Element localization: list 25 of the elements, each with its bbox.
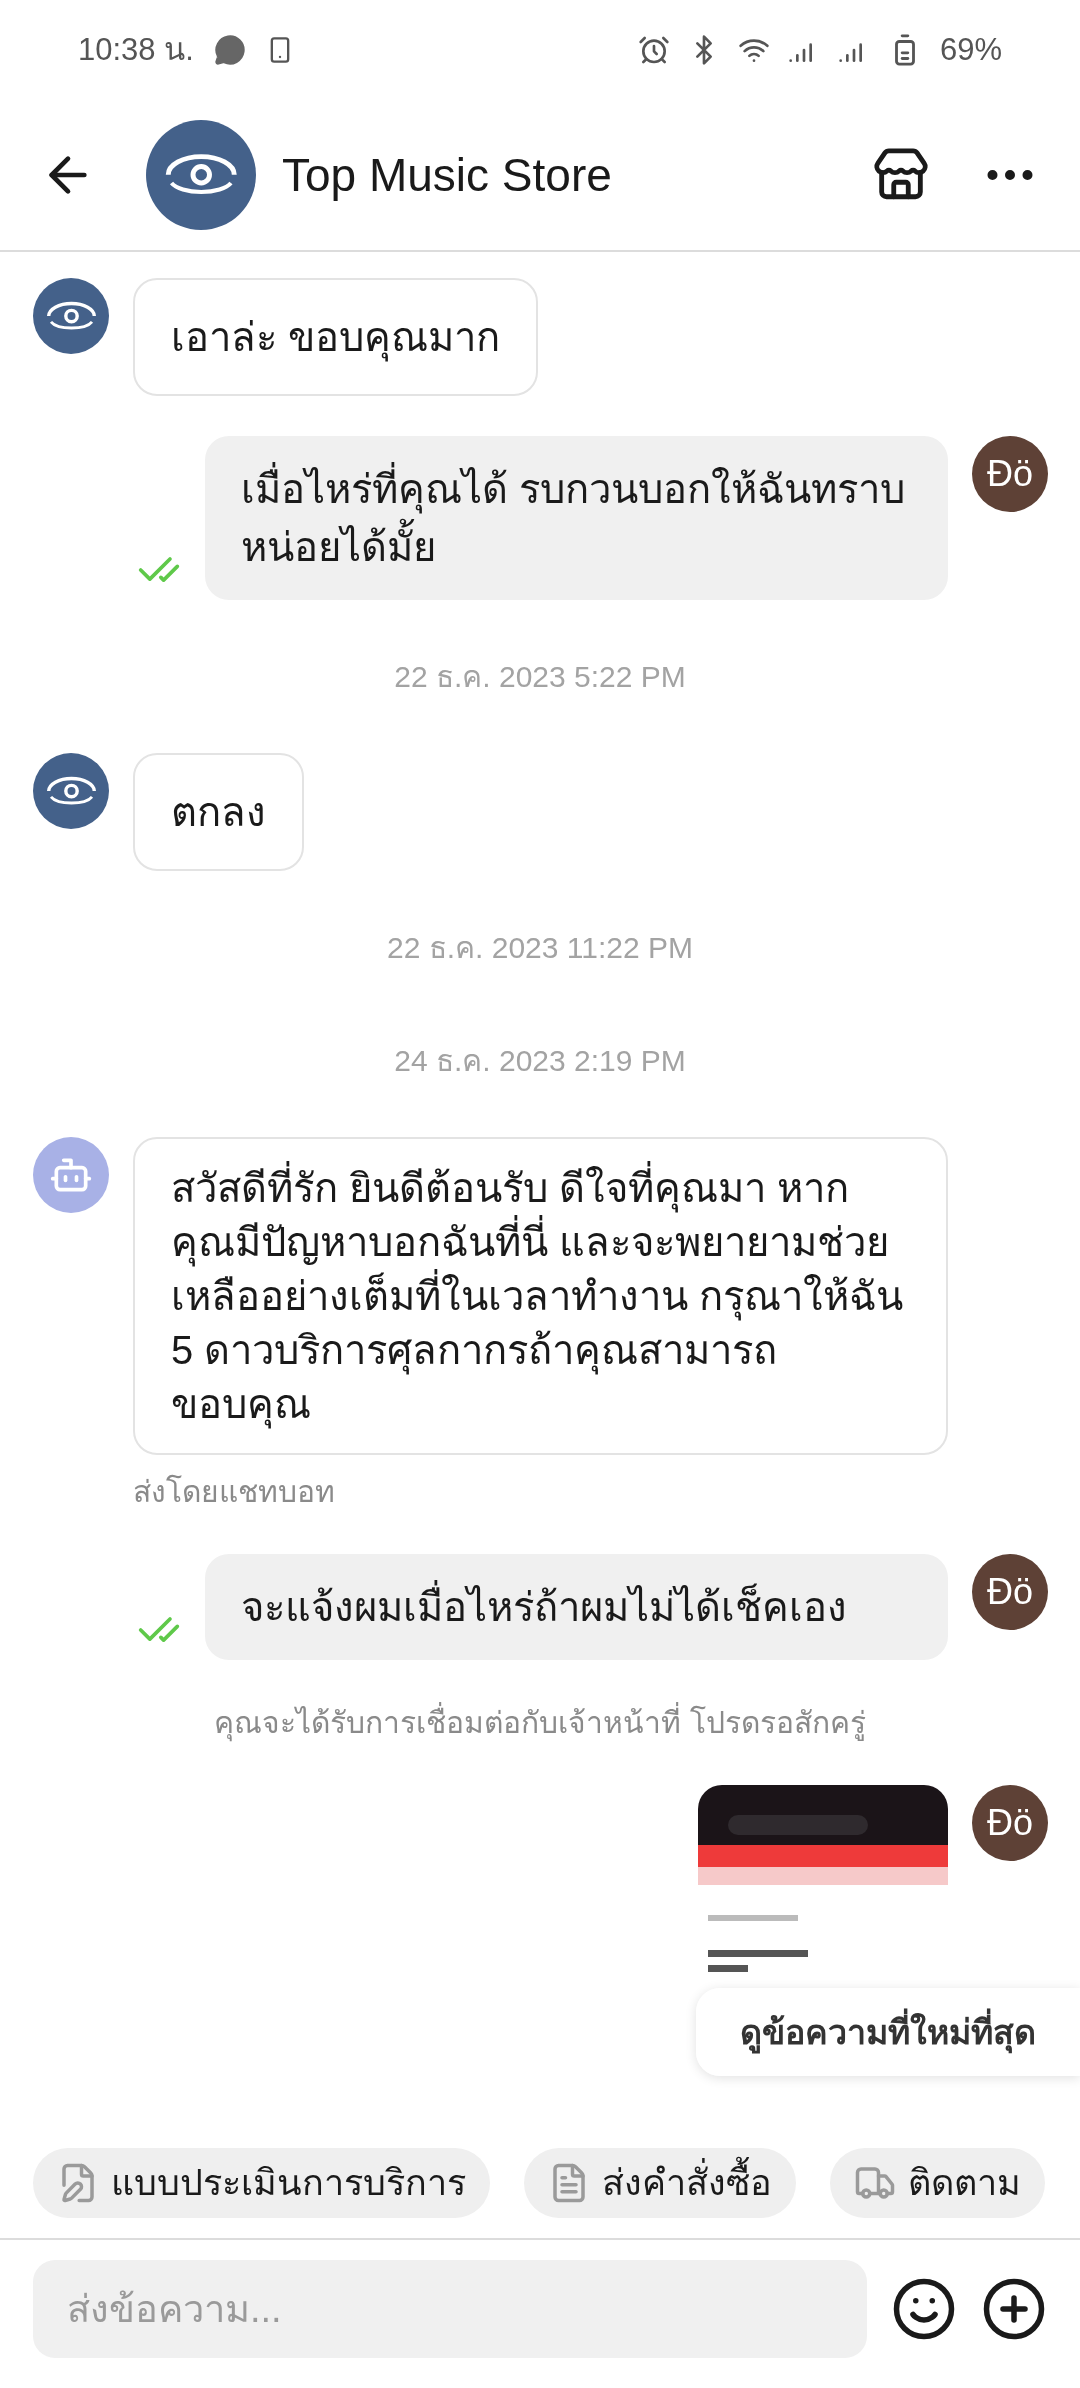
quick-reply-chip[interactable]: แบบประเมินการบริการ bbox=[33, 2148, 490, 2218]
timestamp: 22 ธ.ค. 2023 5:22 PM bbox=[394, 659, 686, 695]
user-avatar: Đö bbox=[972, 436, 1048, 512]
battery-level: 69% bbox=[939, 30, 1002, 69]
message-input[interactable]: ส่งข้อความ... bbox=[33, 2260, 867, 2358]
timestamp: 22 ธ.ค. 2023 11:22 PM bbox=[387, 930, 693, 966]
message-bubble: เมื่อไหร่ที่คุณได้ รบกวนบอกให้ฉันทราบหน่อยได้มั้ย bbox=[205, 436, 948, 600]
message-bubble: สวัสดีที่รัก ยินดีต้อนรับ ดีใจที่คุณมา หากคุณมีปัญหาบอกฉันที่นี่ และจะพยายามช่วยเหลืออย่างเต็มที่ในเวลาทำงาน กรุณาให้ฉัน 5 ดาวบริการศุลกากรถ้าคุณสามารถ ขอบคุณ bbox=[133, 1137, 948, 1455]
bot-caption: ส่งโดยแชทบอท bbox=[133, 1473, 336, 1510]
timestamp: 24 ธ.ค. 2023 2:19 PM bbox=[394, 1043, 686, 1079]
emoji-icon[interactable] bbox=[891, 2276, 957, 2342]
user-avatar: Đö bbox=[972, 1554, 1048, 1630]
jump-to-latest-button[interactable]: ดูข้อความที่ใหม่ที่สุด bbox=[696, 1988, 1080, 2076]
user-avatar: Đö bbox=[972, 1785, 1048, 1861]
system-notice: คุณจะได้รับการเชื่อมต่อกับเจ้าหน้าที่ โปรดรอสักครู่ bbox=[214, 1700, 866, 1745]
message-bubble: เอาล่ะ ขอบคุณมาก bbox=[133, 278, 539, 396]
message-bubble: จะแจ้งผมเมื่อไหร่ถ้าผมไม่ได้เช็คเอง bbox=[205, 1554, 948, 1660]
status-time: 10:38 น. bbox=[78, 30, 194, 69]
alarm-icon bbox=[637, 34, 670, 66]
chat-app-icon bbox=[213, 34, 246, 66]
add-icon[interactable] bbox=[981, 2276, 1047, 2342]
chat-title: Top Music Store bbox=[282, 147, 613, 203]
quick-reply-chip[interactable]: ส่งคำสั่งซื้อ bbox=[524, 2148, 796, 2218]
message-bubble: ตกลง bbox=[133, 753, 304, 871]
quick-reply-chip[interactable]: ติดตาม bbox=[830, 2148, 1045, 2218]
